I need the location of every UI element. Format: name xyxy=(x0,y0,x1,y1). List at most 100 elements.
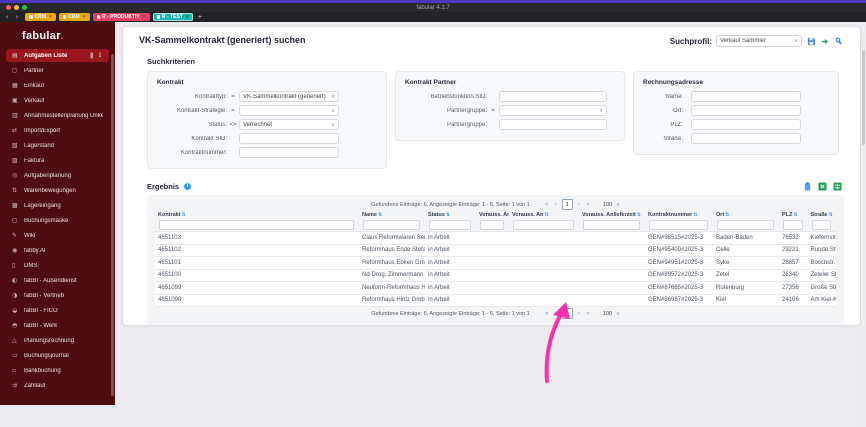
field-input[interactable]: VK-Sammelkontrakt (generiert) ∨ xyxy=(239,91,339,102)
sidebar-item[interactable]: ◓ fabBI - Werk ∥ ⋮ xyxy=(6,319,109,332)
column-header[interactable]: PLZ⇅ xyxy=(779,211,808,219)
save-profile-icon[interactable] xyxy=(806,36,816,46)
sidebar-item[interactable]: ▦ Einkauf ∥ ⋮ xyxy=(6,79,109,92)
column-filter-input[interactable] xyxy=(480,220,504,230)
column-header[interactable]: Vorauss. Anliefertermin⇅ xyxy=(476,211,509,219)
close-window-button[interactable] xyxy=(6,5,11,10)
column-filter-input[interactable] xyxy=(363,220,420,230)
first-page-button[interactable]: « xyxy=(544,310,550,317)
more-options-icon[interactable]: ⋮ xyxy=(97,52,103,59)
session-tab[interactable]: R - TEST × xyxy=(152,13,193,21)
field-input[interactable]: ∨ xyxy=(239,105,339,116)
sidebar-item[interactable]: ◒ fabBI - FICO ∥ ⋮ xyxy=(6,304,109,317)
nav-back-button[interactable]: ‹ xyxy=(3,13,11,21)
field-input[interactable] xyxy=(239,133,339,144)
prev-page-button[interactable]: ‹ xyxy=(553,310,557,317)
sidebar-scrollbar[interactable] xyxy=(111,54,114,396)
column-filter-input[interactable] xyxy=(513,220,574,230)
scrollbar-thumb[interactable] xyxy=(862,50,865,145)
info-icon[interactable]: i xyxy=(184,182,192,190)
apply-profile-icon[interactable] xyxy=(820,36,830,46)
column-filter-input[interactable] xyxy=(159,220,354,230)
next-page-button[interactable]: › xyxy=(577,201,581,208)
column-header[interactable]: Kontrakt⇅ xyxy=(155,211,359,219)
tab-close-icon[interactable]: × xyxy=(143,14,146,20)
session-tab[interactable]: CRM × xyxy=(25,13,56,21)
field-input[interactable] xyxy=(691,91,801,102)
sidebar-item[interactable]: ▧ Lagerstand ∥ ⋮ xyxy=(6,139,109,152)
new-tab-button[interactable]: + xyxy=(198,14,202,21)
table-row[interactable]: 4651102 Reformhaus Ende Stefanie Ende-Re… xyxy=(155,243,836,257)
sidebar-item[interactable]: ⇄ Import/Export ∥ ⋮ xyxy=(6,124,109,137)
nav-forward-button[interactable]: › xyxy=(13,13,21,21)
tab-close-icon[interactable]: × xyxy=(186,14,189,20)
sidebar-item[interactable]: ◐ fabBI - Außendienst ∥ ⋮ xyxy=(6,274,109,287)
column-header[interactable]: Name⇅ xyxy=(359,211,425,219)
tab-close-icon[interactable]: × xyxy=(49,14,52,20)
column-header[interactable]: Ort⇅ xyxy=(713,211,779,219)
excel-export-all-icon[interactable] xyxy=(832,181,842,191)
excel-export-icon[interactable] xyxy=(817,181,827,191)
column-filter-input[interactable] xyxy=(717,220,774,230)
window-scrollbar[interactable] xyxy=(861,44,866,427)
field-input[interactable] xyxy=(499,91,607,102)
column-filter-input[interactable] xyxy=(649,220,708,230)
clipboard-icon[interactable] xyxy=(802,181,812,191)
sidebar-item[interactable]: ▨ Faktura ∥ ⋮ xyxy=(6,154,109,167)
column-header[interactable]: Vorauss. An⇅ xyxy=(509,211,579,219)
table-row[interactable]: 4651100 Nd-Drog. Zimmermann Uta Theuer i… xyxy=(155,268,836,282)
table-row[interactable]: 4651103 Claus Reformwaren Service Team G… xyxy=(155,231,836,244)
field-input[interactable] xyxy=(499,119,607,130)
column-header[interactable]: Vorauss. Anlieferzeit⇅ xyxy=(579,211,645,219)
sidebar-item[interactable]: ⇉ Zahllauf ∥ ⋮ xyxy=(6,379,109,392)
last-page-button[interactable]: » xyxy=(585,310,591,317)
column-filter-input[interactable] xyxy=(583,220,640,230)
sidebar-item[interactable]: ▥ Annahmestellenplanung Unkel ∥ ⋮ xyxy=(6,109,109,122)
sidebar-item[interactable]: ⇅ Warenbewegungen ∥ ⋮ xyxy=(6,184,109,197)
table-row[interactable]: 4651099 Neuform-Reformhaus Holger De Vri… xyxy=(155,281,836,294)
last-page-button[interactable]: » xyxy=(585,201,591,208)
sidebar-item[interactable]: △ Planungsrechnung ∥ ⋮ xyxy=(6,334,109,347)
sidebar-item[interactable]: ◻ Partner ∥ ⋮ xyxy=(6,64,109,77)
page-size-select[interactable]: 100 ∨ xyxy=(603,311,620,317)
current-page[interactable]: 1 xyxy=(561,199,573,210)
first-page-button[interactable]: « xyxy=(544,201,550,208)
sidebar-item[interactable]: ▫ Bankbuchung ∥ ⋮ xyxy=(6,364,109,377)
drag-handle-icon[interactable]: ∥ xyxy=(90,52,93,59)
sidebar-item[interactable]: ▢ Buchungsmaske ∥ ⋮ xyxy=(6,214,109,227)
session-tab[interactable]: CRM × xyxy=(58,13,90,21)
sidebar-item[interactable]: ◎ Aufgabenplanung ∥ ⋮ xyxy=(6,169,109,182)
tab-close-icon[interactable]: × xyxy=(83,14,86,20)
column-header[interactable]: Status⇅ xyxy=(425,211,476,219)
next-page-button[interactable]: › xyxy=(577,310,581,317)
sidebar-item[interactable]: ▭ Buchungsjournal ∥ ⋮ xyxy=(6,349,109,362)
sidebar-item[interactable]: ◉ fabby.AI ∥ ⋮ xyxy=(6,244,109,257)
page-size-select[interactable]: 100 ∨ xyxy=(603,202,620,208)
prev-page-button[interactable]: ‹ xyxy=(553,201,557,208)
minimize-window-button[interactable] xyxy=(14,5,19,10)
field-input[interactable] xyxy=(691,105,801,116)
sidebar-item[interactable]: ▤ Aufgaben Liste ∥ ⋮ xyxy=(6,49,109,62)
field-input[interactable]: ∨ xyxy=(499,105,607,116)
column-filter-input[interactable] xyxy=(783,220,803,230)
sidebar-item[interactable]: ▩ Lagereingang ∥ ⋮ xyxy=(6,199,109,212)
search-profile-select[interactable]: Verkauf Sammler ∨ xyxy=(716,35,802,47)
zoom-window-button[interactable] xyxy=(22,5,27,10)
field-input[interactable] xyxy=(691,119,801,130)
column-header[interactable]: Straße⇅ xyxy=(808,211,837,219)
field-input[interactable]: Verrechnet ∨ xyxy=(239,119,339,130)
sidebar-item[interactable]: ▣ Verkauf ∥ ⋮ xyxy=(6,94,109,107)
table-row[interactable]: 4651098 Reformhaus Hintz GmbH & Co. KG i… xyxy=(155,293,836,307)
manage-profile-icon[interactable] xyxy=(834,36,844,46)
sidebar-item[interactable]: ▯ DMS ∥ ⋮ xyxy=(6,259,109,272)
column-header[interactable]: Kontraktnummer⇅ xyxy=(645,211,713,219)
table-row[interactable]: 4651101 Reformhaus Ebken GmbH & Co. KG i… xyxy=(155,256,836,269)
field-input[interactable] xyxy=(691,133,801,144)
column-filter-input[interactable] xyxy=(811,220,831,230)
sidebar-item[interactable]: ✎ Wiki ∥ ⋮ xyxy=(6,229,109,242)
field-input[interactable] xyxy=(239,147,339,158)
current-page[interactable]: 1 xyxy=(561,308,573,319)
sidebar-item[interactable]: ◑ fabBI - Vertrieb ∥ ⋮ xyxy=(6,289,109,302)
column-filter-input[interactable] xyxy=(429,220,471,230)
session-tab[interactable]: R - PRODUKTIV × xyxy=(92,13,150,21)
